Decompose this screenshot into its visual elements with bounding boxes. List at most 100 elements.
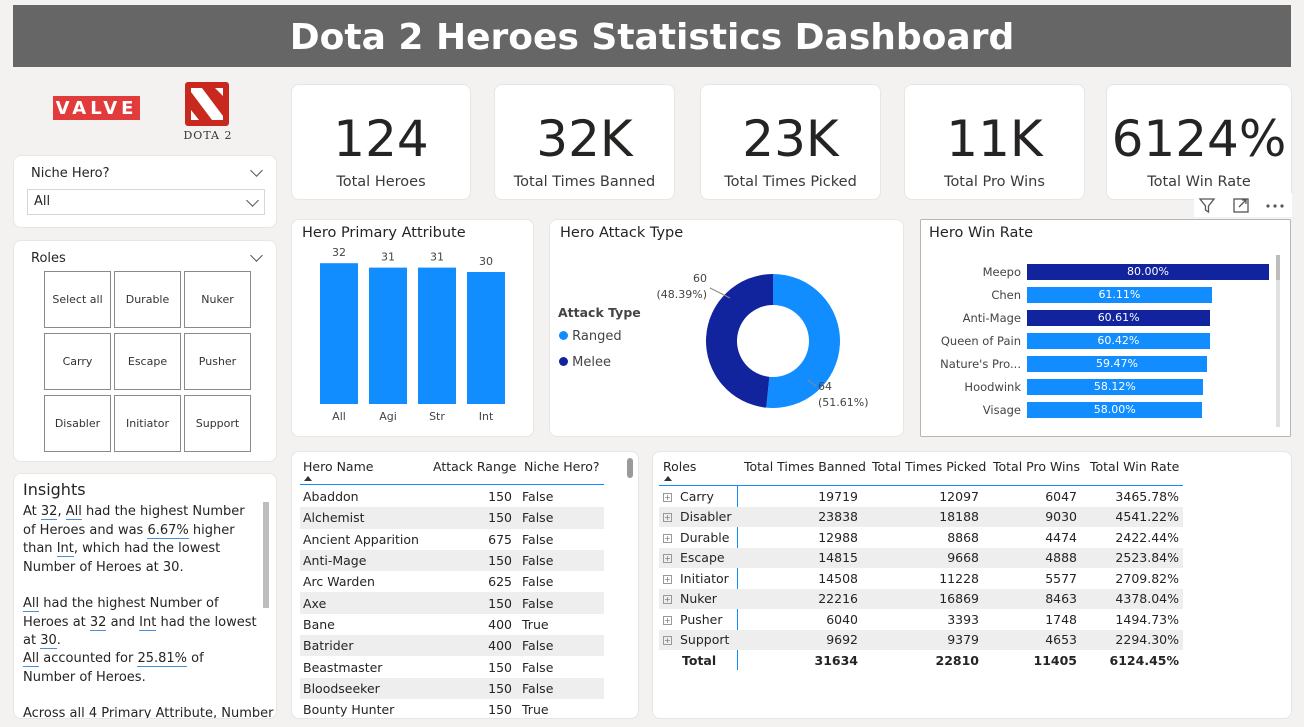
win-rate-bar[interactable]: 58.12%: [1027, 379, 1203, 395]
win-rate-bars: Meepo 80.00% Chen 61.11% Anti-Mage 60.61% Quee…: [921, 220, 1281, 438]
expand-icon[interactable]: +: [663, 636, 672, 646]
expand-icon[interactable]: +: [663, 615, 672, 625]
win-rate-bar[interactable]: 58.00%: [1027, 402, 1203, 418]
chevron-down-icon[interactable]: [250, 164, 263, 177]
table-row[interactable]: Bounty Hunter 150 True: [300, 699, 604, 718]
col-header-total-banned[interactable]: Total Times Banned: [744, 459, 866, 474]
table-row[interactable]: Abaddon 150 False: [300, 486, 604, 507]
bar-agi[interactable]: [369, 267, 407, 404]
sort-asc-icon[interactable]: [664, 476, 672, 481]
attack-type-donut: 64 (51.61%) 60 (48.39%): [656, 272, 868, 409]
filter-icon[interactable]: [1198, 196, 1216, 214]
win-rate-bar[interactable]: 61.11%: [1027, 287, 1212, 303]
value-cell: 14508: [818, 570, 858, 586]
bar-int[interactable]: [467, 272, 505, 404]
kpi-label: Total Pro Wins: [944, 174, 1045, 190]
table-row[interactable]: Arc Warden 625 False: [300, 571, 604, 592]
value-cell: 4888: [1045, 550, 1077, 566]
col-header-total-picked[interactable]: Total Times Picked: [872, 459, 986, 474]
win-rate-bar[interactable]: 80.00%: [1027, 264, 1269, 280]
sort-asc-icon[interactable]: [304, 476, 312, 481]
table-row[interactable]: Bane 400 True: [300, 614, 604, 635]
win-rate-bar[interactable]: 59.47%: [1027, 356, 1207, 372]
table-row[interactable]: + Support 9692 9379 4653 2294.30%: [659, 629, 1183, 650]
niche-hero-dropdown[interactable]: All: [27, 189, 265, 215]
col-header-attack-range[interactable]: Attack Range: [433, 459, 517, 474]
expand-icon[interactable]: +: [663, 533, 672, 543]
table-row[interactable]: + Durable 12988 8868 4474 2422.44%: [659, 527, 1183, 548]
col-header-roles[interactable]: Roles: [663, 459, 696, 474]
expand-icon[interactable]: +: [663, 595, 672, 605]
niche-dropdown-value: All: [34, 194, 51, 209]
role-tile-nuker[interactable]: Nuker: [184, 271, 251, 328]
expand-icon[interactable]: +: [663, 492, 672, 502]
table-row[interactable]: + Initiator 14508 11228 5577 2709.82%: [659, 568, 1183, 589]
x-tick-label: Int: [479, 410, 494, 423]
value-cell: 4378.04%: [1115, 591, 1179, 607]
value-cell: 22216: [818, 591, 858, 607]
total-row[interactable]: Total 31634 22810 11405 6124.45%: [659, 650, 1183, 671]
table-scrollbar[interactable]: [627, 458, 633, 478]
value-cell: 16869: [939, 591, 979, 607]
table-row[interactable]: + Escape 14815 9668 4888 2523.84%: [659, 547, 1183, 568]
hero-table: Hero Name Attack Range Niche Hero? Abadd…: [291, 451, 639, 719]
niche-hero-cell: False: [522, 510, 554, 526]
win-rate-bar[interactable]: 60.42%: [1027, 333, 1210, 349]
expand-icon[interactable]: +: [663, 574, 672, 584]
table-row[interactable]: Anti-Mage 150 False: [300, 549, 604, 572]
role-tile-select-all[interactable]: Select all: [44, 271, 111, 328]
category-label: Anti-Mage: [962, 311, 1021, 325]
role-tile-support[interactable]: Support: [184, 395, 251, 452]
role-tile-disabler[interactable]: Disabler: [44, 395, 111, 452]
role-cell: + Nuker: [663, 591, 717, 607]
table-row[interactable]: Axe 150 False: [300, 592, 604, 614]
role-tile-escape[interactable]: Escape: [114, 333, 181, 390]
value-cell: 4474: [1045, 529, 1077, 545]
table-row[interactable]: + Disabler 23838 18188 9030 4541.22%: [659, 506, 1183, 527]
kpi-label: Total Heroes: [336, 174, 426, 190]
table-row[interactable]: Ancient Apparition 675 False: [300, 529, 604, 550]
roles-slicer-title: Roles: [31, 251, 66, 266]
niche-hero-cell: True: [522, 702, 549, 718]
table-row[interactable]: Alchemist 150 False: [300, 507, 604, 529]
expand-icon[interactable]: +: [663, 554, 672, 564]
col-header-hero-name[interactable]: Hero Name: [303, 459, 373, 474]
value-cell: 2709.82%: [1115, 570, 1179, 586]
table-row[interactable]: Batrider 400 False: [300, 635, 604, 657]
slice-melee[interactable]: [706, 274, 773, 408]
win-rate-bar[interactable]: 60.61%: [1027, 310, 1211, 326]
niche-hero-cell: False: [522, 680, 554, 696]
category-label: Visage: [982, 403, 1021, 417]
niche-hero-cell: False: [522, 595, 554, 611]
col-header-total-win-rate[interactable]: Total Win Rate: [1090, 459, 1179, 474]
value-cell: 22810: [935, 652, 980, 668]
table-row[interactable]: Bloodseeker 150 False: [300, 677, 604, 699]
hero-name-cell: Arc Warden: [303, 574, 375, 590]
kpi-card-total-win-rate: 6124% Total Win Rate: [1106, 84, 1292, 200]
table-row[interactable]: + Nuker 22216 16869 8463 4378.04%: [659, 588, 1183, 609]
more-options-icon[interactable]: [1264, 196, 1286, 214]
value-cell: 9379: [947, 632, 979, 648]
bar-str[interactable]: [418, 267, 456, 404]
table-row[interactable]: + Carry 19719 12097 6047 3465.78%: [659, 486, 1183, 507]
attack-range-cell: 150: [488, 553, 512, 569]
role-cell: + Escape: [663, 550, 725, 566]
table-row[interactable]: Beastmaster 150 False: [300, 656, 604, 677]
focus-mode-icon[interactable]: [1232, 196, 1250, 214]
value-cell: 2294.30%: [1115, 632, 1179, 648]
visual-header-toolbar: [1194, 193, 1292, 217]
chevron-down-icon[interactable]: [250, 249, 263, 262]
col-header-total-pro-wins[interactable]: Total Pro Wins: [993, 459, 1080, 474]
insights-scrollbar[interactable]: [263, 502, 269, 608]
data-label: 32: [332, 246, 346, 259]
kpi-value: 11K: [946, 110, 1043, 168]
insights-panel: Insights At 32, All had the highest Numb…: [13, 473, 277, 719]
expand-icon[interactable]: +: [663, 513, 672, 523]
role-tile-pusher[interactable]: Pusher: [184, 333, 251, 390]
col-header-niche-hero[interactable]: Niche Hero?: [524, 459, 600, 474]
bar-all[interactable]: [320, 263, 358, 404]
role-tile-initiator[interactable]: Initiator: [114, 395, 181, 452]
role-tile-carry[interactable]: Carry: [44, 333, 111, 390]
table-row[interactable]: + Pusher 6040 3393 1748 1494.73%: [659, 609, 1183, 630]
role-tile-durable[interactable]: Durable: [114, 271, 181, 328]
